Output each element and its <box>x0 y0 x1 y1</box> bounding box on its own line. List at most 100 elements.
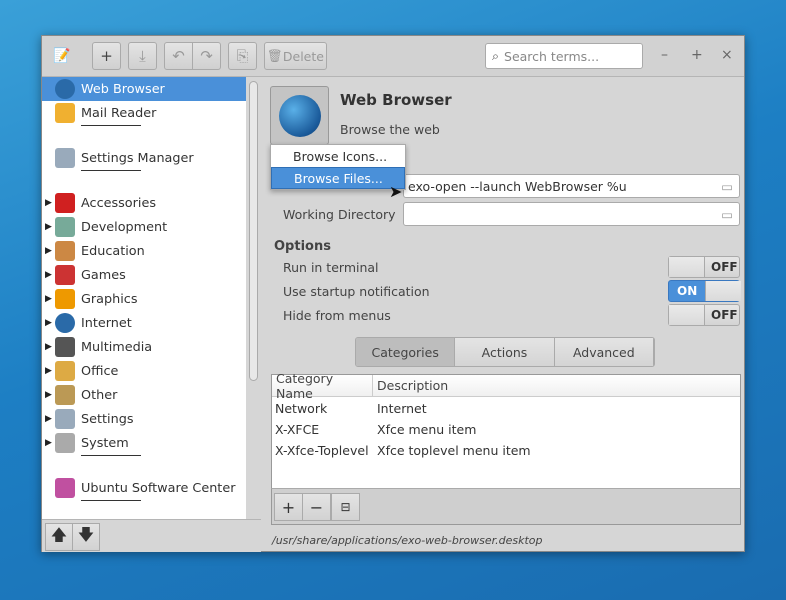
move-up-button[interactable]: 🡅 <box>45 523 73 551</box>
trash-icon: 🗑 <box>267 48 283 63</box>
expander-icon[interactable]: ▶ <box>45 414 52 424</box>
development-icon <box>55 217 75 237</box>
sidebar-item[interactable]: ▶ Other <box>42 383 246 407</box>
sidebar-item-label: Development <box>81 219 168 235</box>
education-icon <box>55 241 75 261</box>
tab-categories[interactable]: Categories <box>356 338 456 366</box>
delete-button[interactable]: 🗑 Delete <box>264 42 327 70</box>
separator <box>81 455 141 456</box>
sidebar-item[interactable]: ▶ Settings <box>42 407 246 431</box>
sidebar-item-label: Ubuntu Software Center <box>81 480 236 496</box>
expander-icon[interactable]: ▶ <box>45 198 52 208</box>
toggle-knob[interactable] <box>669 257 705 277</box>
expander-icon[interactable]: ▶ <box>45 294 52 304</box>
multimedia-icon <box>55 337 75 357</box>
move-down-button[interactable]: 🡇 <box>72 523 100 551</box>
folder-icon[interactable]: ▭ <box>721 179 733 194</box>
sidebar-item[interactable]: ▶ Development <box>42 215 246 239</box>
sidebar-item[interactable]: ▶ Multimedia <box>42 335 246 359</box>
expander-icon[interactable]: ▶ <box>45 366 52 376</box>
sidebar-item[interactable]: Web Browser <box>42 77 246 101</box>
option-toggle[interactable]: ON <box>668 280 741 302</box>
accessories-icon <box>55 193 75 213</box>
minimize-button[interactable]: – <box>661 47 668 63</box>
sidebar-item[interactable]: ▶ System <box>42 431 246 455</box>
sidebar-item-label: System <box>81 435 129 451</box>
options-heading: Options <box>274 239 331 254</box>
graphics-icon <box>55 289 75 309</box>
sidebar-item-label: Multimedia <box>81 339 153 355</box>
category-buttons: + − ⊟ <box>271 488 741 525</box>
launcher-comment[interactable]: Browse the web <box>340 122 440 137</box>
add-category-button[interactable]: + <box>274 493 303 521</box>
expander-icon[interactable]: ▶ <box>45 318 52 328</box>
sidebar-item-label: Graphics <box>81 291 138 307</box>
globe-icon <box>278 94 321 137</box>
toggle-state: OFF <box>711 260 738 274</box>
icon-popup-menu: Browse Icons... Browse Files... <box>270 144 406 190</box>
working-directory-field[interactable]: ▭ <box>403 202 740 226</box>
category-name-cell: Network <box>275 401 328 416</box>
tab-advanced[interactable]: Advanced <box>554 338 654 366</box>
save-icon[interactable]: ⤓ <box>128 42 157 70</box>
sidebar-item[interactable]: ▶ Graphics <box>42 287 246 311</box>
other-icon <box>55 385 75 405</box>
toggle-knob[interactable] <box>669 305 705 325</box>
games-icon <box>55 265 75 285</box>
sidebar-item-label: Internet <box>81 315 132 331</box>
expander-icon[interactable]: ▶ <box>45 222 52 232</box>
folder-icon[interactable]: ▭ <box>721 207 733 222</box>
column-header-category-name[interactable]: Category Name <box>272 371 373 401</box>
remove-category-button[interactable]: − <box>302 493 331 521</box>
toggle-knob[interactable] <box>705 281 741 301</box>
toolbar: 📝 + ⤓ ↶ ↷ ⎘ 🗑 Delete ⌕ Search terms... – +… <box>42 36 744 77</box>
sidebar-item-label: Office <box>81 363 119 379</box>
search-icon: ⌕ <box>492 48 500 63</box>
redo-icon[interactable]: ↷ <box>192 42 221 70</box>
sidebar-item[interactable]: Settings Manager <box>42 146 246 170</box>
expander-icon[interactable]: ▶ <box>45 270 52 280</box>
menu-item-browse-icons[interactable]: Browse Icons... <box>271 145 405 167</box>
close-button[interactable]: × <box>721 47 733 63</box>
sidebar-item[interactable]: ▶ Office <box>42 359 246 383</box>
option-label: Hide from menus <box>283 308 391 323</box>
maximize-button[interactable]: + <box>691 47 703 63</box>
expander-icon[interactable]: ▶ <box>45 390 52 400</box>
settings-icon <box>55 409 75 429</box>
search-placeholder: Search terms... <box>504 48 600 64</box>
menu-tree[interactable]: Web Browser Mail Reader Settings Manager ▶ A… <box>42 77 246 519</box>
scrollbar-thumb[interactable] <box>249 81 258 381</box>
expander-icon[interactable]: ▶ <box>45 342 52 352</box>
option-toggle[interactable]: OFF <box>668 304 740 326</box>
menu-editor-window: 📝 + ⤓ ↶ ↷ ⎘ 🗑 Delete ⌕ Search terms... – +… <box>41 35 745 552</box>
launcher-icon-button[interactable] <box>270 86 329 145</box>
sidebar-item[interactable]: ▶ Games <box>42 263 246 287</box>
toggle-state: ON <box>677 284 698 298</box>
sidebar-item[interactable]: Ubuntu Software Center <box>42 476 246 500</box>
toggle-state: OFF <box>711 308 738 322</box>
add-button[interactable]: + <box>92 42 121 70</box>
system-icon <box>55 433 75 453</box>
sidebar-item[interactable]: Mail Reader <box>42 101 246 125</box>
expander-icon[interactable]: ▶ <box>45 438 52 448</box>
option-toggle[interactable]: OFF <box>668 256 740 278</box>
sidebar-item[interactable]: ▶ Internet <box>42 311 246 335</box>
column-header-description[interactable]: Description <box>373 375 740 397</box>
menu-item-browse-files[interactable]: Browse Files... <box>271 167 405 189</box>
search-input[interactable]: ⌕ Search terms... <box>485 43 643 69</box>
separator <box>81 170 141 171</box>
option-label: Use startup notification <box>283 284 430 299</box>
expander-icon[interactable]: ▶ <box>45 246 52 256</box>
sidebar-item[interactable]: ▶ Accessories <box>42 191 246 215</box>
sidebar-item-label: Accessories <box>81 195 156 211</box>
settings-manager-icon <box>55 148 75 168</box>
launcher-name[interactable]: Web Browser <box>340 91 452 109</box>
revert-icon[interactable]: ⎘ <box>228 42 257 70</box>
category-name-cell: X-XFCE <box>275 422 320 437</box>
sidebar-item[interactable]: ▶ Education <box>42 239 246 263</box>
edit-category-button[interactable]: ⊟ <box>331 493 360 521</box>
undo-icon[interactable]: ↶ <box>164 42 193 70</box>
command-field[interactable]: exo-open --launch WebBrowser %u ▭ <box>403 174 740 198</box>
tab-actions[interactable]: Actions <box>455 338 555 366</box>
scrollbar[interactable] <box>246 77 261 519</box>
